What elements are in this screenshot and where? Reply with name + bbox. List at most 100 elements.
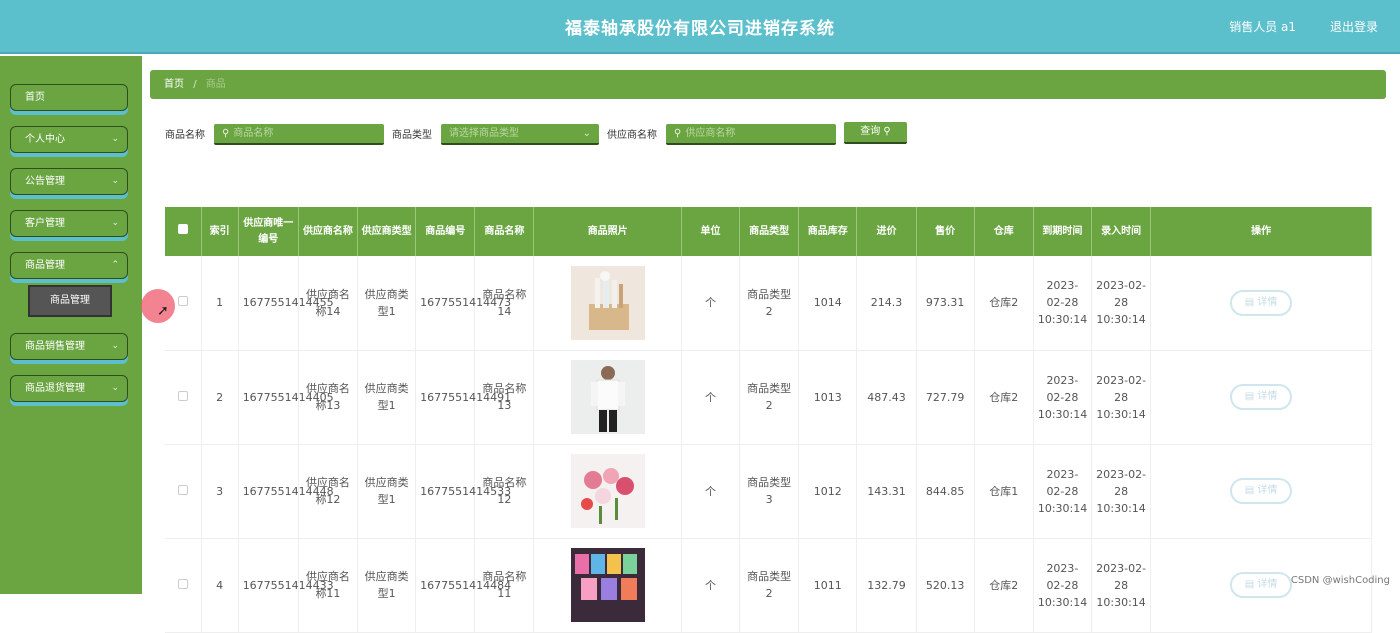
watermark: CSDN @wishCoding [1290, 575, 1390, 586]
cell-created: 2023-02-28 10:30:14 [1091, 444, 1152, 539]
cell-warehouse: 仓库2 [974, 256, 1034, 351]
cell-warehouse: 仓库2 [974, 538, 1034, 633]
chevron-down-icon: ⌄ [111, 341, 119, 351]
supplier-name-input[interactable]: ⚲ 供应商名称 [666, 124, 836, 145]
product-type-label: 商品类型 [392, 130, 432, 141]
cell-supplier-id: 1677551414448 [238, 444, 334, 539]
column-header: 商品编号 [415, 207, 476, 256]
select-all-checkbox[interactable] [177, 223, 188, 234]
cell-actions: ▤ 详情 [1150, 350, 1372, 445]
detail-button[interactable]: ▤ 详情 [1230, 572, 1293, 598]
cell-supplier-id: 1677551414455 [238, 256, 334, 351]
product-name-input[interactable]: ⚲ 商品名称 [214, 124, 384, 145]
column-header: 售价 [916, 207, 975, 256]
row-select-cell[interactable] [165, 444, 202, 539]
row-checkbox[interactable] [177, 484, 188, 495]
select-all-header[interactable] [165, 207, 202, 256]
column-header: 商品照片 [533, 207, 682, 256]
document-icon: ▤ [1244, 579, 1258, 590]
cell-index: 4 [201, 538, 239, 633]
cell-expire: 2023-02-28 10:30:14 [1033, 256, 1093, 351]
cell-supplier-id: 1677551414405 [238, 350, 334, 445]
cell-photo [533, 350, 682, 445]
document-icon: ▤ [1244, 296, 1258, 308]
product-photo-flowers [570, 454, 645, 528]
cell-warehouse: 仓库2 [974, 350, 1034, 445]
cell-unit: 个 [681, 350, 741, 445]
chevron-down-icon: ⌄ [582, 128, 591, 139]
product-photo-colorful-banners [570, 548, 645, 622]
breadcrumb: 首页 / 商品 [150, 70, 1386, 99]
sidebar-item-profile[interactable]: 个人中心 ⌄ [10, 126, 128, 153]
row-select-cell[interactable] [165, 538, 202, 633]
cell-created: 2023-02-28 10:30:14 [1091, 350, 1152, 445]
column-header: 供应商名称 [298, 207, 359, 256]
row-checkbox[interactable] [177, 390, 188, 401]
logout-link[interactable]: 退出登录 [1330, 18, 1378, 35]
chevron-up-icon: ⌃ [111, 260, 119, 270]
row-select-cell[interactable] [165, 256, 202, 351]
cell-actions: ▤ 详情 [1150, 256, 1372, 351]
detail-button-label: 详情 [1257, 485, 1278, 496]
sidebar-item-products[interactable]: 商品管理 ⌃ [10, 252, 128, 279]
chevron-down-icon: ⌄ [111, 218, 119, 228]
cell-index: 1 [201, 256, 239, 351]
cell-product-type: 商品类型2 [739, 256, 800, 351]
product-table: 索引 供应商唯一编号 供应商名称 供应商类型 商品编号 商品名称 商品照片 单位… [165, 207, 1372, 633]
sidebar: 首页 个人中心 ⌄ 公告管理 ⌄ 客户管理 ⌄ 商品管理 ⌃ 商品销售管理 ⌄ … [0, 56, 142, 594]
cell-price: 520.13 [916, 538, 975, 633]
sidebar-item-notices[interactable]: 公告管理 ⌄ [10, 168, 128, 195]
column-header: 供应商类型 [357, 207, 417, 256]
column-header: 商品库存 [798, 207, 858, 256]
cell-created: 2023-02-28 10:30:14 [1091, 538, 1152, 633]
sidebar-item-customers[interactable]: 客户管理 ⌄ [10, 210, 128, 237]
detail-button[interactable]: ▤ 详情 [1230, 289, 1293, 316]
chevron-down-icon: ⌄ [111, 176, 119, 186]
cell-cost: 487.43 [856, 350, 917, 445]
cell-expire: 2023-02-28 10:30:14 [1033, 538, 1093, 633]
product-type-placeholder: 请选择商品类型 [449, 128, 519, 139]
cell-photo [533, 256, 682, 351]
product-name-placeholder: 商品名称 [233, 128, 274, 139]
column-header: 商品类型 [739, 207, 800, 256]
cell-price: 727.79 [916, 350, 975, 445]
breadcrumb-current: 商品 [205, 79, 226, 90]
column-header: 录入时间 [1091, 207, 1152, 256]
cell-index: 3 [201, 444, 239, 539]
column-header: 进价 [856, 207, 917, 256]
detail-button[interactable]: ▤ 详情 [1230, 384, 1293, 410]
column-header: 单位 [681, 207, 741, 256]
column-header: 仓库 [974, 207, 1034, 256]
column-header: 到期时间 [1033, 207, 1093, 256]
sidebar-item-label: 首页 [25, 92, 45, 103]
cell-photo [533, 444, 682, 539]
sidebar-item-returns[interactable]: 商品退货管理 ⌄ [10, 375, 128, 402]
row-checkbox[interactable] [177, 296, 188, 307]
column-header: 索引 [201, 207, 239, 256]
cell-expire: 2023-02-28 10:30:14 [1033, 444, 1093, 539]
breadcrumb-home[interactable]: 首页 [164, 79, 184, 90]
detail-button[interactable]: ▤ 详情 [1230, 478, 1293, 504]
product-type-select[interactable]: 请选择商品类型 ⌄ [441, 124, 599, 145]
cell-product-type: 商品类型2 [739, 350, 800, 445]
document-icon: ▤ [1244, 391, 1258, 402]
column-header: 供应商唯一编号 [238, 207, 299, 256]
search-icon: ⚲ [883, 126, 891, 137]
document-icon: ▤ [1244, 485, 1258, 496]
chevron-down-icon: ⌄ [111, 383, 119, 393]
submenu-product-management[interactable]: 商品管理 [28, 285, 112, 317]
table-row: 1 1677551414455 供应商名称14 供应商类型1 167755141… [165, 256, 1372, 351]
supplier-name-label: 供应商名称 [607, 130, 657, 141]
cell-stock: 1013 [798, 350, 858, 445]
cell-warehouse: 仓库1 [974, 444, 1034, 539]
sidebar-item-home[interactable]: 首页 [10, 84, 128, 111]
row-checkbox[interactable] [177, 578, 188, 589]
cell-supplier-type: 供应商类型1 [357, 350, 417, 445]
cell-stock: 1014 [798, 256, 858, 351]
cell-unit: 个 [681, 444, 741, 539]
search-button[interactable]: 查询 ⚲ [844, 122, 907, 144]
cell-product-id: 1677551414533 [415, 444, 511, 539]
row-select-cell[interactable] [165, 350, 202, 445]
sidebar-item-sales[interactable]: 商品销售管理 ⌄ [10, 333, 128, 360]
cell-photo [533, 538, 682, 633]
